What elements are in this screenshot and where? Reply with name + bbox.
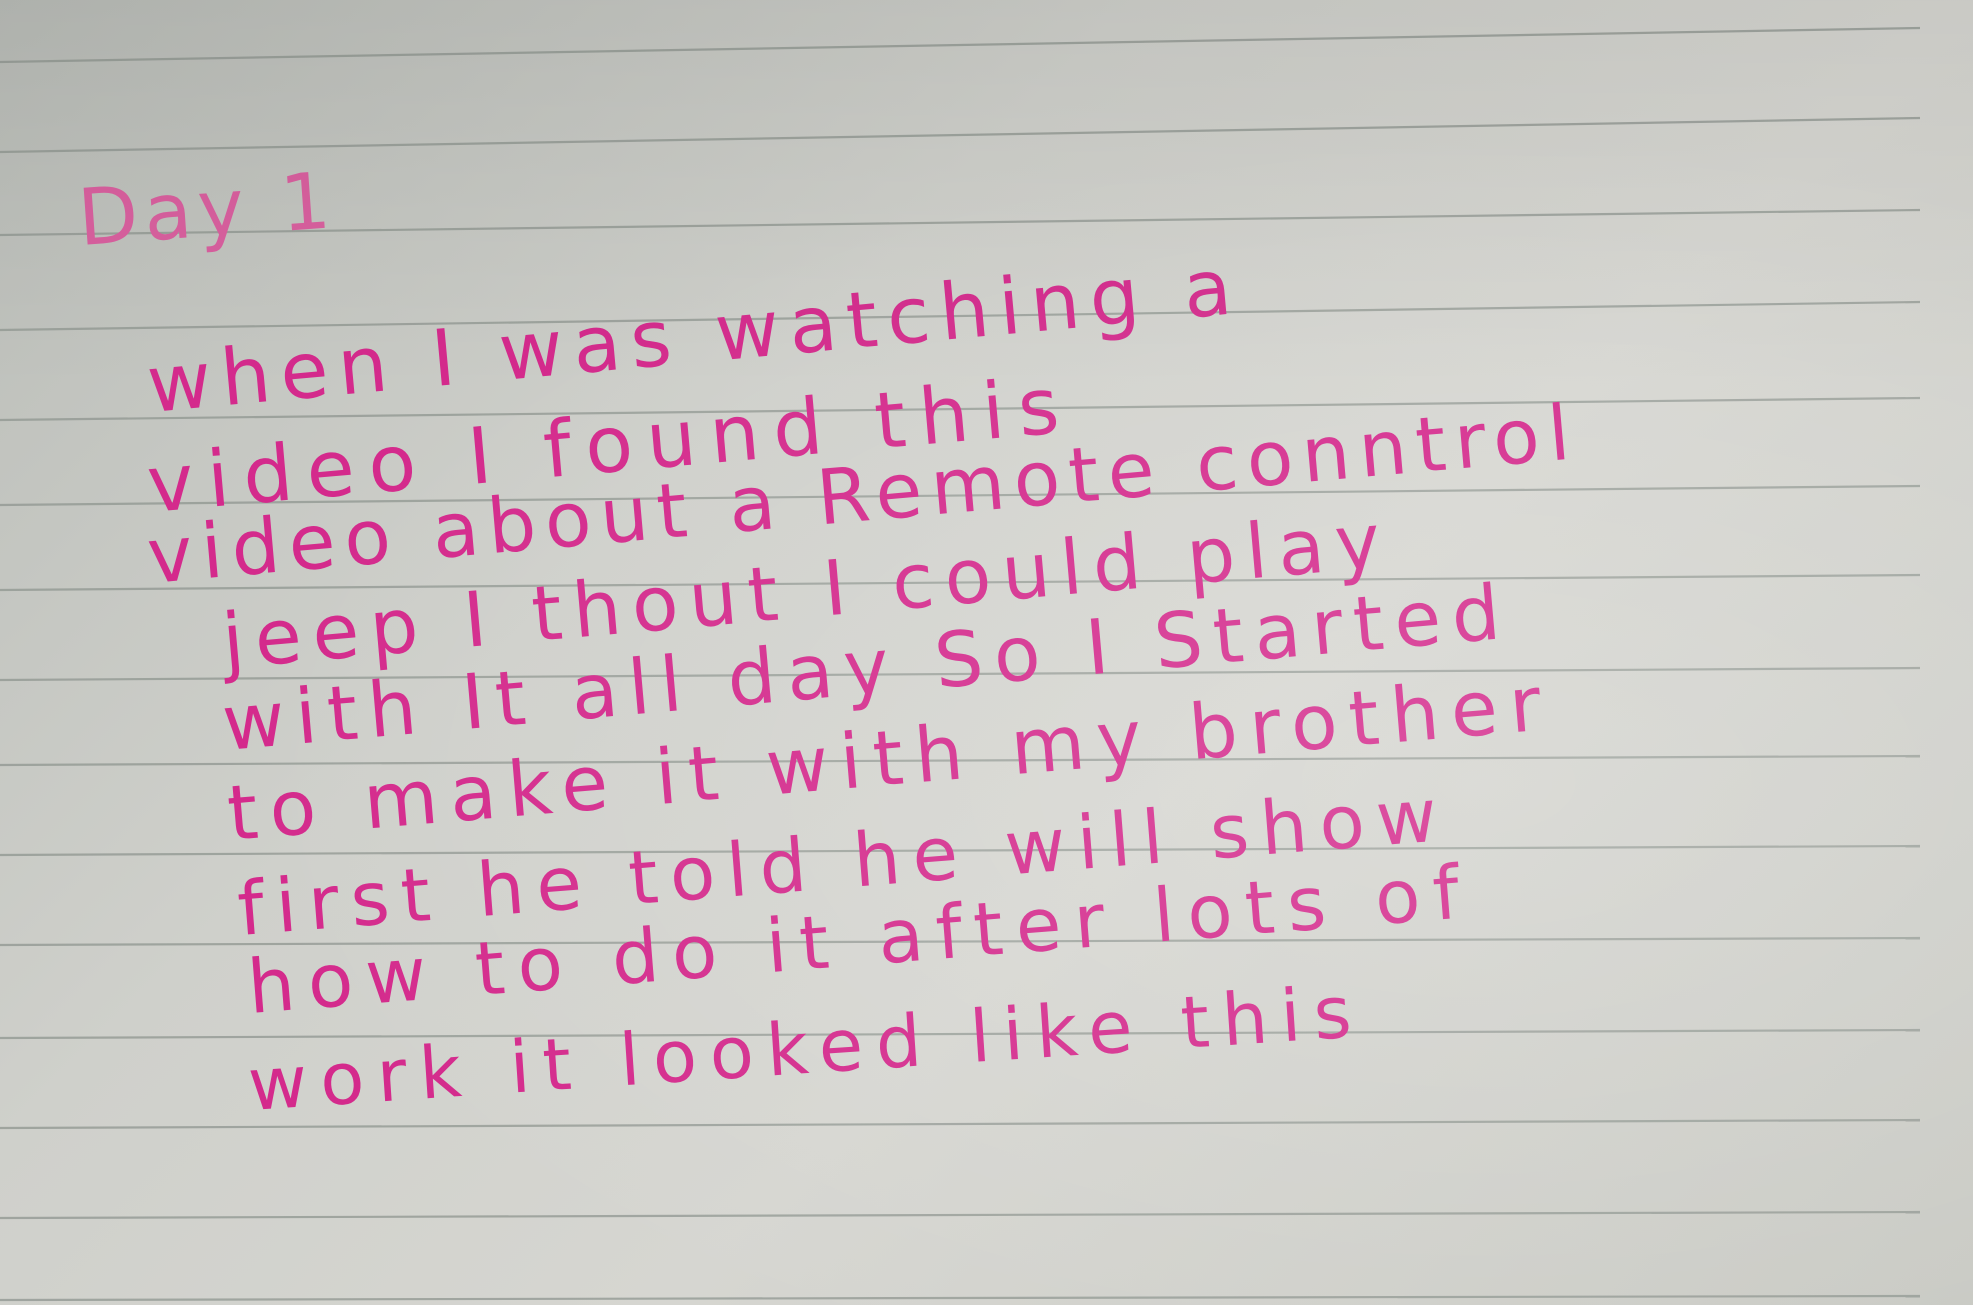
ruled-line — [0, 1210, 1921, 1220]
ruled-line — [0, 26, 1921, 64]
ruled-line — [0, 116, 1921, 154]
ruled-lines: Day 1 when I was watching a video I foun… — [0, 26, 1921, 1302]
handwritten-lines: when I was watching a video I found this… — [144, 242, 1582, 1127]
notebook-page: Day 1 when I was watching a video I foun… — [0, 0, 1973, 1305]
ruled-line — [0, 1294, 1921, 1302]
note-heading: Day 1 — [75, 156, 339, 264]
